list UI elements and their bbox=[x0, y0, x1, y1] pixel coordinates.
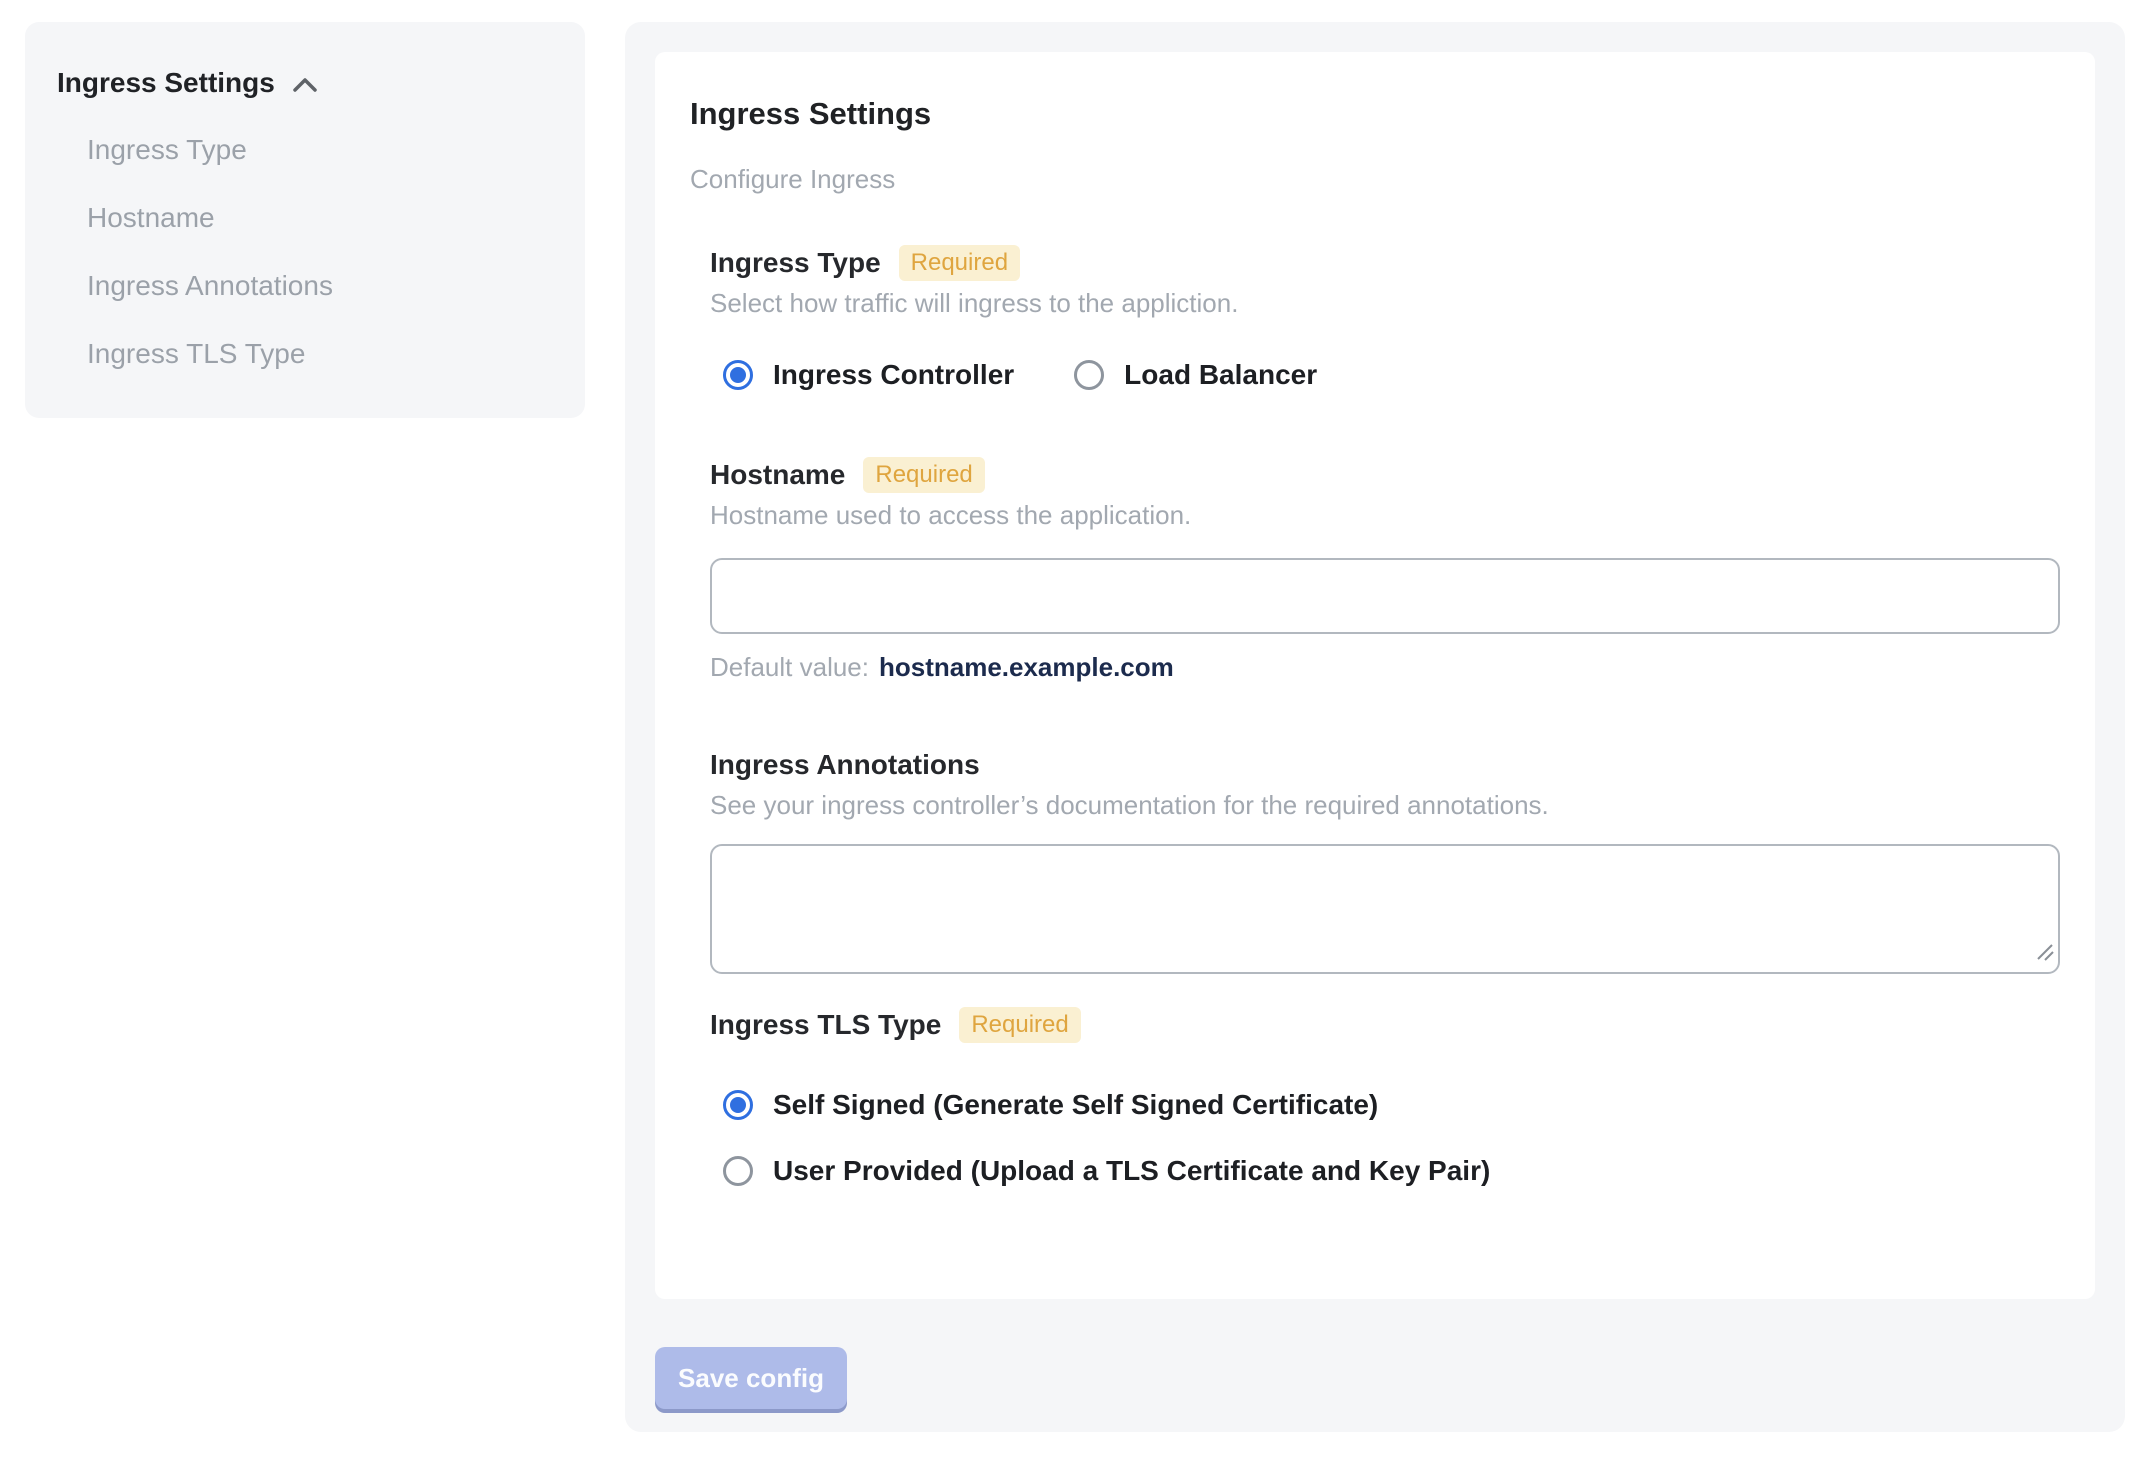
sidebar-item-ingress-tls-type[interactable]: Ingress TLS Type bbox=[87, 334, 553, 374]
default-value-text: hostname.example.com bbox=[878, 652, 1174, 682]
sidebar-item-ingress-annotations[interactable]: Ingress Annotations bbox=[87, 266, 553, 306]
hostname-default-value: Default value: hostname.example.com bbox=[710, 650, 2060, 684]
radio-label: Load Balancer bbox=[1124, 359, 1318, 390]
section-description: Select how traffic will ingress to the a… bbox=[710, 288, 1239, 318]
section-ingress-tls-type: Ingress TLS Type Required Self Signed (G… bbox=[710, 1006, 2060, 1190]
sidebar-item-hostname[interactable]: Hostname bbox=[87, 198, 553, 238]
settings-panel: Ingress Settings Configure Ingress Ingre… bbox=[625, 22, 2125, 1432]
hostname-input[interactable] bbox=[710, 558, 2060, 634]
radio-icon bbox=[723, 360, 753, 390]
default-value-label: Default value: bbox=[710, 652, 869, 682]
section-label: Ingress Annotations bbox=[710, 749, 980, 780]
chevron-up-icon bbox=[291, 75, 319, 95]
radio-option-self-signed[interactable]: Self Signed (Generate Self Signed Certif… bbox=[723, 1086, 2060, 1124]
section-ingress-type: Ingress Type Required Select how traffic… bbox=[710, 244, 2060, 394]
ingress-settings-card: Ingress Settings Configure Ingress Ingre… bbox=[655, 52, 2095, 1299]
page: Ingress Settings Ingress Type Hostname I… bbox=[0, 0, 2156, 1432]
radio-option-ingress-controller[interactable]: Ingress Controller bbox=[723, 356, 1014, 394]
required-badge: Required bbox=[959, 1007, 1081, 1043]
sidebar-header-label: Ingress Settings bbox=[57, 67, 275, 98]
radio-icon bbox=[1074, 360, 1105, 390]
section-description: See your ingress controller’s documentat… bbox=[710, 790, 1549, 820]
sidebar-items: Ingress Type Hostname Ingress Annotation… bbox=[87, 130, 553, 374]
form-sections: Ingress Type Required Select how traffic… bbox=[710, 244, 2060, 1190]
save-config-button[interactable]: Save config bbox=[655, 1347, 847, 1409]
ingress-type-options: Ingress Controller Load Balancer bbox=[723, 356, 2060, 394]
radio-label: Self Signed (Generate Self Signed Certif… bbox=[773, 1089, 1379, 1120]
resize-grip-icon[interactable] bbox=[2035, 942, 2055, 967]
radio-icon bbox=[723, 1156, 753, 1186]
ingress-annotations-textarea[interactable] bbox=[710, 844, 2060, 974]
page-title: Ingress Settings bbox=[690, 96, 932, 131]
section-hostname: Hostname Required Hostname used to acces… bbox=[710, 456, 2060, 684]
radio-option-user-provided[interactable]: User Provided (Upload a TLS Certificate … bbox=[723, 1152, 2060, 1190]
radio-option-load-balancer[interactable]: Load Balancer bbox=[1074, 356, 1317, 394]
section-description: Hostname used to access the application. bbox=[710, 500, 1192, 530]
section-label: Ingress TLS Type bbox=[710, 1009, 942, 1040]
required-badge: Required bbox=[898, 245, 1021, 281]
required-badge: Required bbox=[863, 457, 985, 493]
sidebar-card: Ingress Settings Ingress Type Hostname I… bbox=[25, 22, 585, 418]
radio-label: Ingress Controller bbox=[773, 359, 1015, 390]
sidebar-header-ingress-settings[interactable]: Ingress Settings bbox=[57, 64, 553, 102]
section-label: Ingress Type bbox=[710, 247, 881, 278]
section-ingress-annotations: Ingress Annotations See your ingress con… bbox=[710, 746, 2060, 974]
section-label: Hostname bbox=[710, 459, 846, 490]
radio-label: User Provided (Upload a TLS Certificate … bbox=[773, 1155, 1491, 1186]
radio-icon bbox=[723, 1090, 753, 1120]
page-subtitle: Configure Ingress bbox=[690, 164, 896, 194]
sidebar-item-ingress-type[interactable]: Ingress Type bbox=[87, 130, 553, 170]
